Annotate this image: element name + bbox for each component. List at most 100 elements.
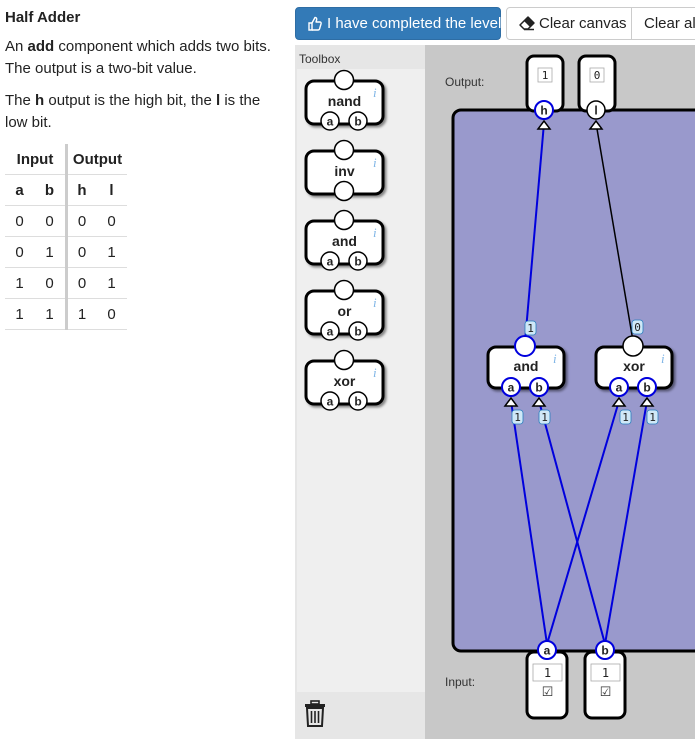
eraser-icon <box>519 16 535 31</box>
input-pin-a-label: a <box>327 255 334 269</box>
output-pin[interactable] <box>333 69 355 91</box>
value-badge-text: 1 <box>622 411 629 424</box>
truth-table-col-l: l <box>96 174 127 206</box>
table-cell: 1 <box>96 236 127 268</box>
level-paragraph-2: The h output is the high bit, the l is t… <box>5 92 261 131</box>
info-icon[interactable]: i <box>373 85 377 100</box>
table-row: 1 0 0 1 <box>5 267 127 299</box>
clear-canvas-label: Clear canvas <box>539 15 627 32</box>
input-pin-a-label: a <box>327 395 334 409</box>
table-cell: 1 <box>34 298 67 330</box>
input-node-a[interactable]: 1 ☑ a <box>525 640 569 720</box>
component-label: or <box>338 303 353 319</box>
component-label: xor <box>623 358 645 374</box>
value-badge-text: 1 <box>541 411 548 424</box>
output-pin[interactable] <box>333 279 355 301</box>
toolbox-item-xor[interactable]: xor i a b <box>304 349 385 411</box>
complete-level-button[interactable]: I have completed the level <box>295 7 501 40</box>
output-pin[interactable] <box>514 335 536 357</box>
input-pin-label: a <box>544 644 551 658</box>
output-value: 1 <box>542 69 549 82</box>
table-cell: 0 <box>65 267 96 299</box>
output-pin-label: h <box>540 104 547 118</box>
table-cell: 0 <box>5 236 34 268</box>
info-icon[interactable]: i <box>373 225 377 240</box>
input-value: 1 <box>544 666 551 680</box>
clear-canvas-button[interactable]: Clear canvas <box>506 7 632 40</box>
toolbox-item-and[interactable]: and i a b <box>304 209 385 271</box>
info-icon[interactable]: i <box>373 295 377 310</box>
clear-all-button[interactable]: Clear all <box>631 7 695 40</box>
truth-table-input-header: Input <box>5 144 67 175</box>
table-cell: 0 <box>65 205 96 237</box>
info-icon[interactable]: i <box>373 155 377 170</box>
table-cell: 0 <box>5 205 34 237</box>
component-label: and <box>332 233 357 249</box>
input-pin-a-label: a <box>508 381 515 395</box>
component-label: inv <box>334 163 354 179</box>
input-pin-b-label: b <box>643 381 650 395</box>
circuit-diagram: 1 h 0 l and i 1 a b 1 1 xor i 0 a b 1 1 … <box>451 54 695 720</box>
thumbs-up-icon <box>308 16 322 31</box>
component-label: xor <box>334 373 356 389</box>
value-badge-text: 1 <box>514 411 521 424</box>
truth-table-col-b: b <box>34 174 67 206</box>
value-badge-text: 0 <box>634 321 641 334</box>
output-value: 0 <box>594 69 601 82</box>
table-cell: 1 <box>34 236 67 268</box>
input-node-b[interactable]: 1 ☑ b <box>583 640 627 720</box>
input-pin-b-label: b <box>354 115 361 129</box>
output-pin[interactable] <box>333 139 355 161</box>
level-description: Half Adder An add component which adds t… <box>5 0 285 134</box>
output-pin-label: l <box>594 104 597 118</box>
input-value: 1 <box>602 666 609 680</box>
output-pin[interactable] <box>333 209 355 231</box>
component-label: nand <box>328 93 361 109</box>
output-pin[interactable] <box>622 335 644 357</box>
info-icon[interactable]: i <box>553 351 557 366</box>
table-row: 1 1 1 0 <box>5 298 127 330</box>
value-badge-text: 1 <box>527 322 534 335</box>
input-checkbox[interactable]: ☑ <box>542 685 554 700</box>
clear-all-label: Clear all <box>644 15 695 32</box>
value-badge-text: 1 <box>649 411 656 424</box>
output-pin[interactable] <box>333 349 355 371</box>
table-cell: 1 <box>5 298 34 330</box>
input-pin-a-label: a <box>327 115 334 129</box>
table-cell: 0 <box>96 205 127 237</box>
component-label: and <box>514 358 539 374</box>
table-row: 0 1 0 1 <box>5 236 127 268</box>
table-cell: 1 <box>65 298 96 330</box>
table-cell: 0 <box>96 298 127 330</box>
truth-table-output-header: Output <box>65 144 127 175</box>
trash-icon[interactable] <box>304 700 326 728</box>
toolbox-components: nand i a b inv i and i a b or i a b xor … <box>304 69 385 411</box>
table-cell: 0 <box>65 236 96 268</box>
table-cell: 0 <box>34 205 67 237</box>
input-pin-b-label: b <box>354 395 361 409</box>
table-cell: 0 <box>34 267 67 299</box>
truth-table-col-a: a <box>5 174 34 206</box>
toolbox-item-nand[interactable]: nand i a b <box>304 69 385 131</box>
input-pin-b-label: b <box>354 255 361 269</box>
input-pin[interactable] <box>333 180 355 202</box>
input-pin-a-label: a <box>616 381 623 395</box>
table-row: 0 0 0 0 <box>5 205 127 237</box>
input-pin-label: b <box>601 644 608 658</box>
input-pin-a-label: a <box>327 325 334 339</box>
input-pin-b-label: b <box>535 381 542 395</box>
info-icon[interactable]: i <box>661 351 665 366</box>
input-checkbox[interactable]: ☑ <box>600 685 612 700</box>
table-cell: 1 <box>96 267 127 299</box>
level-paragraph-1: An add component which adds two bits. Th… <box>5 38 271 77</box>
level-title: Half Adder <box>5 9 81 26</box>
complete-level-label: I have completed the level <box>327 15 502 32</box>
input-pin-b-label: b <box>354 325 361 339</box>
toolbox-item-or[interactable]: or i a b <box>304 279 385 341</box>
table-cell: 1 <box>5 267 34 299</box>
truth-table: Input Output a b h l 0 0 0 0 0 1 0 1 1 0… <box>5 144 127 330</box>
circuit-canvas[interactable]: Output: Input: 1 h 0 l and i 1 a b 1 1 x… <box>425 45 695 739</box>
info-icon[interactable]: i <box>373 365 377 380</box>
truth-table-col-h: h <box>65 174 96 206</box>
toolbox-item-inv[interactable]: inv i <box>304 139 385 202</box>
